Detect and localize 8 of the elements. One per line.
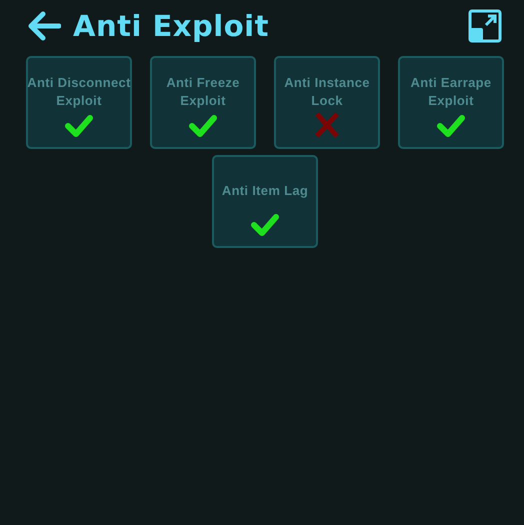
toggle-tile[interactable]: Anti Freeze Exploit: [150, 56, 256, 149]
toggle-tile[interactable]: Anti Item Lag: [212, 155, 318, 248]
toggle-tile[interactable]: Anti Disconnect Exploit: [26, 56, 132, 149]
expand-icon[interactable]: [468, 9, 502, 43]
toggle-tile[interactable]: Anti Earrape Exploit: [398, 56, 504, 149]
back-arrow-icon[interactable]: [27, 11, 61, 41]
page-title: Anti Exploit: [73, 9, 270, 43]
toggle-tile[interactable]: Anti Instance Lock: [274, 56, 380, 149]
